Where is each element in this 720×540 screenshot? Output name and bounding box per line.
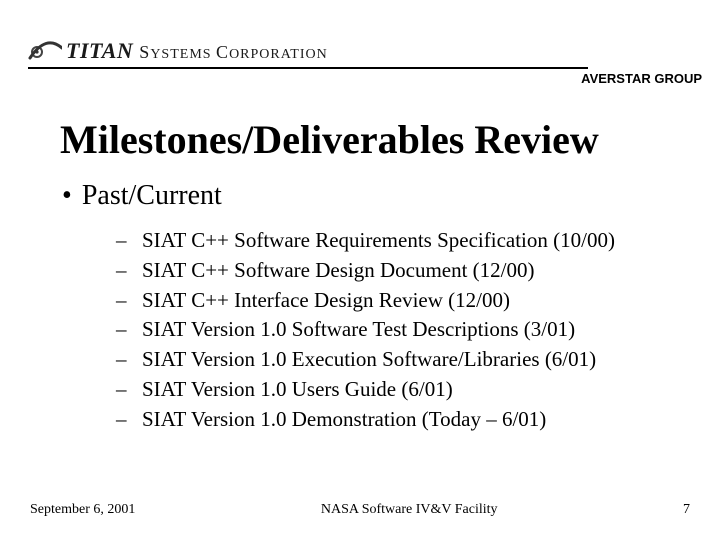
footer-page: 7 [683, 502, 690, 518]
list-item: – SIAT Version 1.0 Users Guide (6/01) [116, 375, 615, 405]
dash-icon: – [116, 226, 130, 256]
slide-footer: September 6, 2001 NASA Software IV&V Fac… [30, 502, 690, 518]
logo-text: TITAN SYSTEMS CORPORATION [66, 38, 328, 64]
list-item-text: SIAT C++ Software Design Document (12/00… [142, 256, 535, 286]
list-item-text: SIAT Version 1.0 Execution Software/Libr… [142, 345, 596, 375]
titan-swoosh-icon [28, 38, 62, 64]
slide-header: TITAN SYSTEMS CORPORATION AVERSTAR GROUP [28, 38, 702, 86]
footer-date: September 6, 2001 [30, 502, 135, 518]
list-item-text: SIAT Version 1.0 Users Guide (6/01) [142, 375, 453, 405]
footer-center: NASA Software IV&V Facility [321, 502, 498, 518]
list-item-text: SIAT C++ Software Requirements Specifica… [142, 226, 615, 256]
logo: TITAN SYSTEMS CORPORATION [28, 38, 702, 64]
dash-icon: – [116, 286, 130, 316]
logo-word-titan: TITAN [66, 38, 133, 63]
dash-icon: – [116, 256, 130, 286]
bullet-icon: • [62, 182, 72, 210]
logo-word-systems: SYSTEMS CORPORATION [139, 47, 327, 62]
list-item: – SIAT C++ Interface Design Review (12/0… [116, 286, 615, 316]
list-item-text: SIAT Version 1.0 Software Test Descripti… [142, 315, 575, 345]
slide-title: Milestones/Deliverables Review [60, 116, 599, 163]
list-item: – SIAT Version 1.0 Execution Software/Li… [116, 345, 615, 375]
list-item: – SIAT Version 1.0 Software Test Descrip… [116, 315, 615, 345]
list-item: – SIAT C++ Software Design Document (12/… [116, 256, 615, 286]
section-label: Past/Current [82, 180, 222, 212]
list-item: – SIAT Version 1.0 Demonstration (Today … [116, 405, 615, 435]
list-item-text: SIAT C++ Interface Design Review (12/00) [142, 286, 510, 316]
dash-icon: – [116, 375, 130, 405]
dash-icon: – [116, 405, 130, 435]
deliverables-list: – SIAT C++ Software Requirements Specifi… [116, 226, 615, 435]
dash-icon: – [116, 345, 130, 375]
group-label: AVERSTAR GROUP [28, 71, 702, 86]
header-rule [28, 67, 588, 69]
list-item-text: SIAT Version 1.0 Demonstration (Today – … [142, 405, 546, 435]
section-heading: • Past/Current [62, 180, 222, 212]
dash-icon: – [116, 315, 130, 345]
list-item: – SIAT C++ Software Requirements Specifi… [116, 226, 615, 256]
